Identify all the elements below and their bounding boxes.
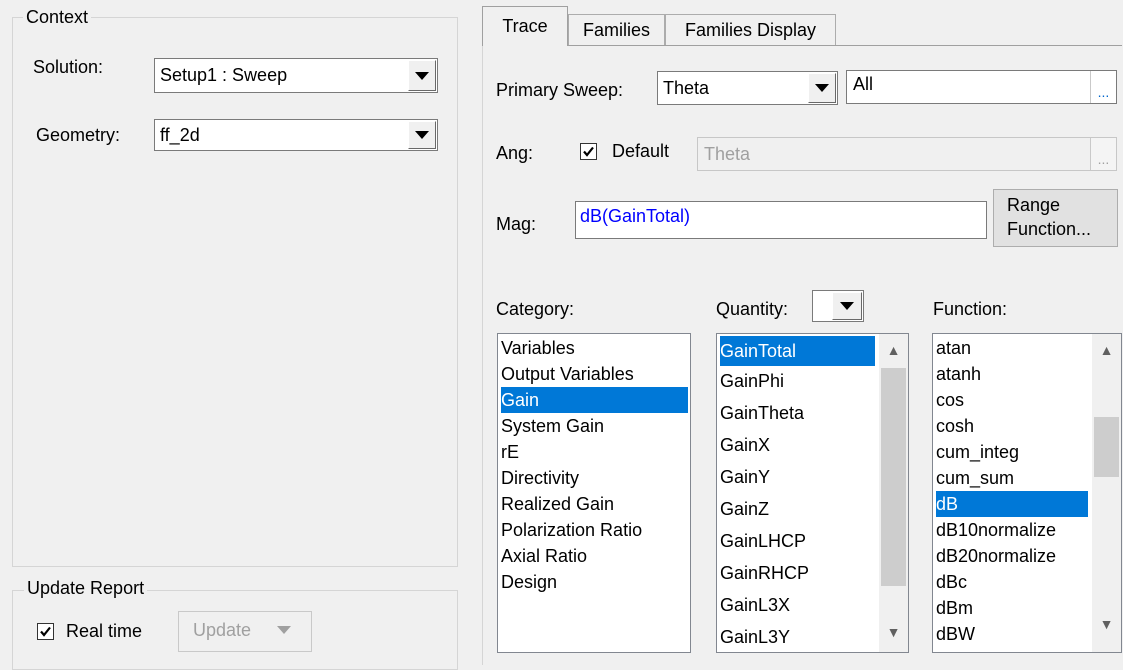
list-item[interactable]: atanh <box>936 361 1088 387</box>
list-item[interactable]: dBc <box>936 569 1088 595</box>
tab-families[interactable]: Families <box>568 14 665 45</box>
quantity-filter-dropdown-button[interactable] <box>832 292 862 320</box>
context-group <box>12 17 458 567</box>
list-item[interactable]: cos <box>936 387 1088 413</box>
chevron-down-icon <box>840 302 854 310</box>
tab-families-display-label: Families Display <box>684 19 817 40</box>
ang-label: Ang: <box>496 143 534 163</box>
list-item[interactable]: dBW <box>936 621 1088 647</box>
list-item[interactable]: Realized Gain <box>501 491 688 517</box>
quantity-scrollbar[interactable]: ▲ ▼ <box>879 334 908 652</box>
geometry-select[interactable]: ff_2d <box>154 119 438 151</box>
tab-trace[interactable]: Trace <box>482 6 568 46</box>
list-item[interactable]: Directivity <box>501 465 688 491</box>
solution-dropdown-button[interactable] <box>408 60 436 91</box>
chevron-down-icon <box>415 131 429 139</box>
function-scrollbar[interactable]: ▲ ▼ <box>1092 334 1121 652</box>
mag-input[interactable]: dB(GainTotal) <box>575 201 987 239</box>
quantity-label: Quantity: <box>716 299 789 319</box>
checkmark-icon <box>583 146 594 157</box>
function-list[interactable]: atan atanh cos cosh cum_integ cum_sum dB… <box>932 333 1122 653</box>
list-item[interactable]: dBm <box>936 595 1088 621</box>
ang-field: Theta ... <box>697 137 1117 171</box>
list-item[interactable]: atan <box>936 335 1088 361</box>
update-report-legend: Update Report <box>24 578 148 598</box>
primary-sweep-range-field[interactable]: All ... <box>846 70 1117 104</box>
range-function-line2: Function... <box>1007 219 1092 239</box>
tab-families-display[interactable]: Families Display <box>665 14 836 45</box>
mag-value: dB(GainTotal) <box>580 205 691 226</box>
chevron-down-icon <box>815 84 829 92</box>
chevron-down-icon <box>415 71 429 80</box>
quantity-filter-select[interactable] <box>812 290 864 322</box>
realtime-checkbox[interactable] <box>37 623 54 640</box>
function-label: Function: <box>933 299 1008 319</box>
primary-sweep-range-button[interactable]: ... <box>1090 71 1116 103</box>
geometry-dropdown-button[interactable] <box>408 121 436 149</box>
solution-value: Setup1 : Sweep <box>160 65 288 85</box>
list-item[interactable]: cosh <box>936 413 1088 439</box>
list-item[interactable]: Polarization Ratio <box>501 517 688 543</box>
category-list[interactable]: Variables Output Variables Gain System G… <box>497 333 691 653</box>
geometry-label: Geometry: <box>36 125 121 145</box>
update-button-label: Update <box>193 620 252 640</box>
list-item[interactable]: dB20normalize <box>936 543 1088 569</box>
realtime-label: Real time <box>66 621 143 641</box>
list-item[interactable]: GainTotal <box>720 336 875 366</box>
list-item[interactable]: Axial Ratio <box>501 543 688 569</box>
tab-families-label: Families <box>582 19 650 40</box>
default-label: Default <box>612 141 670 161</box>
chevron-down-icon <box>277 626 291 634</box>
range-function-line1: Range <box>1007 195 1061 215</box>
scroll-down-icon[interactable]: ▼ <box>1092 610 1121 638</box>
ang-value: Theta <box>704 143 751 164</box>
list-item[interactable]: Design <box>501 569 688 595</box>
list-item[interactable]: dB10normalize <box>936 517 1088 543</box>
ang-ellipsis-button: ... <box>1090 138 1116 170</box>
list-item[interactable]: rE <box>501 439 688 465</box>
scroll-up-icon[interactable]: ▲ <box>879 336 908 364</box>
list-item[interactable]: Gain <box>501 387 688 413</box>
default-checkbox[interactable] <box>580 143 597 160</box>
primary-sweep-value: Theta <box>663 77 710 98</box>
list-item[interactable]: dB <box>936 491 1088 517</box>
quantity-list[interactable]: GainTotal GainPhi GainTheta GainX GainY … <box>716 333 909 653</box>
function-scroll-thumb[interactable] <box>1094 417 1119 477</box>
list-item[interactable]: cum_sum <box>936 465 1088 491</box>
checkmark-icon <box>40 626 51 637</box>
quantity-scroll-thumb[interactable] <box>881 368 906 586</box>
context-legend: Context <box>23 7 92 27</box>
solution-label: Solution: <box>33 57 104 77</box>
range-function-button[interactable]: Range Function... <box>993 189 1118 247</box>
mag-label: Mag: <box>496 214 537 234</box>
category-label: Category: <box>496 299 575 319</box>
primary-sweep-label: Primary Sweep: <box>496 80 624 100</box>
tab-trace-label: Trace <box>502 16 548 36</box>
solution-select[interactable]: Setup1 : Sweep <box>154 58 438 93</box>
list-item[interactable]: cum_integ <box>936 439 1088 465</box>
list-item[interactable]: System Gain <box>501 413 688 439</box>
list-item[interactable]: Output Variables <box>501 361 688 387</box>
primary-sweep-range-value: All <box>853 73 874 94</box>
geometry-value: ff_2d <box>160 124 200 145</box>
update-button[interactable]: Update <box>178 611 312 652</box>
scroll-down-icon[interactable]: ▼ <box>879 618 908 646</box>
scroll-up-icon[interactable]: ▲ <box>1092 336 1121 364</box>
list-item[interactable]: Variables <box>501 335 688 361</box>
primary-sweep-dropdown-button[interactable] <box>808 73 836 103</box>
primary-sweep-select[interactable]: Theta <box>657 71 838 105</box>
